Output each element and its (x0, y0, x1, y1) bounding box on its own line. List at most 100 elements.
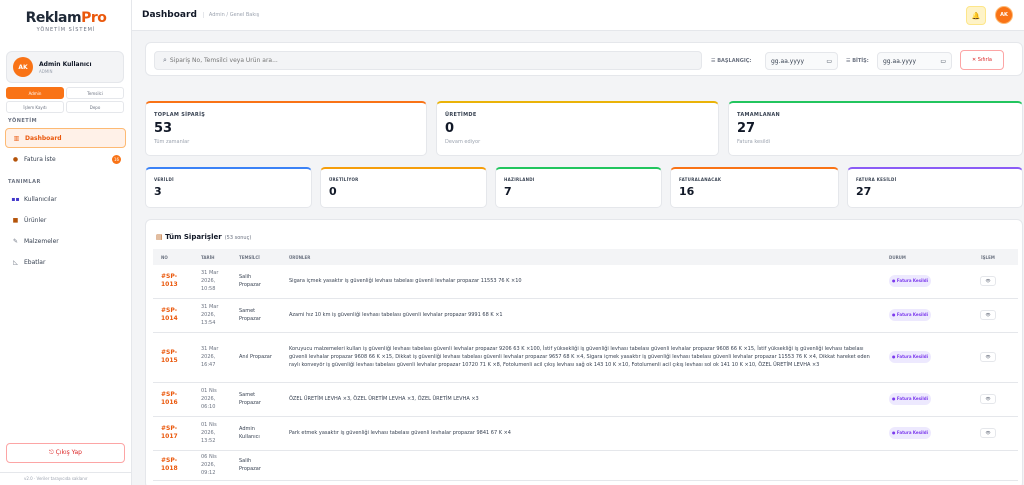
sidebar-item-malzemeler[interactable]: ✎ Malzemeler (5, 231, 126, 251)
table-row[interactable]: #SP-1014 31 Mar 2026, 13:54 Samet Propazar… (153, 298, 1018, 333)
column-header: TARİH (201, 254, 215, 260)
order-number[interactable]: #SP-1015 (153, 332, 193, 383)
order-date: 31 Mar 2026, 10:58 (193, 265, 231, 299)
filter-bar: ⌕ ☰ BAŞLANGIÇ: gg.aa.yyyy▭ ☰ BİTİŞ: gg.a… (145, 42, 1023, 76)
role-admin-button[interactable]: Admin (6, 87, 64, 99)
stat-desc: Devam ediyor (445, 139, 481, 145)
table-row[interactable]: #SP-1015 31 Mar 2026, 16:47 Anıl Propazar K… (153, 332, 1018, 383)
end-date-input[interactable]: gg.aa.yyyy ▭ (877, 52, 952, 70)
order-action (958, 450, 1018, 481)
view-icon[interactable]: 👁 (980, 428, 996, 438)
order-rep: Salih Propazar (231, 265, 281, 299)
box-icon: ■ (12, 216, 19, 224)
stat-value: 0 (445, 121, 455, 136)
order-rep: Samet Propazar (231, 382, 281, 417)
order-action: 👁 (958, 416, 1018, 451)
logout-button[interactable]: ⎋ Çıkış Yap (6, 443, 125, 463)
reset-button[interactable]: ✕ Sıfırla (960, 50, 1004, 70)
topbar: Dashboard Admin / Genel Bakış 🔔 AK (132, 0, 1024, 31)
table-row[interactable]: #SP-1016 01 Nis 2026, 06:10 Samet Propazar… (153, 382, 1018, 417)
orders-count: (53 sonuç) (224, 235, 252, 241)
orders-panel: ▤ Tüm Siparişler (53 sonuç) NO TARİH TEMS… (145, 219, 1023, 485)
order-date: 06 Nis 2026, 09:12 (193, 450, 231, 481)
search-input[interactable] (169, 57, 701, 64)
sidebar-item-urunler[interactable]: ■ Ürünler (5, 210, 126, 230)
orders-table: NO TARİH TEMSİLCİ ÜRÜNLER DURUM İŞLEM #S… (153, 249, 1018, 481)
order-number[interactable]: #SP-1014 (153, 298, 193, 333)
stat-label: TOPLAM SİPARİŞ (154, 112, 206, 118)
brand-name: ReklamPro (25, 10, 107, 26)
status-badge: ● Fatura Kesildi (889, 427, 932, 439)
order-number[interactable]: #SP-1017 (153, 416, 193, 451)
sidebar: ReklamPro YÖNETİM SİSTEMİ AK Admin Kulla… (0, 0, 132, 485)
order-action: 👁 (958, 382, 1018, 417)
start-date-input[interactable]: gg.aa.yyyy ▭ (765, 52, 838, 70)
end-date-label: ☰ BİTİŞ: (846, 58, 869, 64)
view-icon[interactable]: 👁 (980, 276, 996, 287)
sidebar-item-fatura[interactable]: ● Fatura İste 16 (5, 149, 126, 169)
order-number[interactable]: #SP-1013 (153, 265, 193, 299)
order-products (281, 450, 881, 481)
avatar[interactable]: AK (995, 6, 1013, 24)
role-depo-button[interactable]: Depo (66, 101, 124, 113)
table-row[interactable]: #SP-1018 06 Nis 2026, 09:12 Salih Propazar (153, 450, 1018, 481)
sidebar-item-label: Ürünler (24, 216, 47, 224)
stat-card-faturalanacak: FATURALANACAK 16 (670, 167, 839, 208)
order-action: 👁 (958, 265, 1018, 299)
sidebar-item-kullanicilar[interactable]: ▪▪ Kullanıcılar (5, 189, 126, 209)
brand-subtitle: YÖNETİM SİSTEMİ (36, 27, 96, 33)
users-icon: ▪▪ (11, 195, 20, 203)
sidebar-item-dashboard[interactable]: ▥ Dashboard (5, 128, 126, 148)
table-row[interactable]: #SP-1017 01 Nis 2026, 13:52 Admin Kullanıc… (153, 416, 1018, 451)
order-status: ● Fatura Kesildi (881, 265, 958, 299)
order-products: Koruyucu malzemeleri kullan iş güvenliği… (281, 332, 881, 383)
page-title: Dashboard (142, 10, 197, 20)
table-row[interactable]: #SP-1013 31 Mar 2026, 10:58 Salih Propazar… (153, 265, 1018, 299)
stat-value: 16 (679, 185, 695, 198)
order-number[interactable]: #SP-1016 (153, 382, 193, 417)
main-content: Dashboard Admin / Genel Bakış 🔔 AK ⌕ ☰ B… (132, 0, 1024, 485)
logo: ReklamPro YÖNETİM SİSTEMİ (0, 0, 131, 33)
role-temsilci-button[interactable]: Temsilci (66, 87, 124, 99)
bell-icon[interactable]: 🔔 (966, 6, 986, 25)
order-status (881, 450, 958, 481)
stat-card-completed: TAMAMLANAN 27 Fatura kesildi (728, 101, 1023, 156)
stat-label: HAZIRLANDI (504, 177, 535, 182)
order-status: ● Fatura Kesildi (881, 382, 958, 417)
stat-card-fatura-kesildi: FATURA KESİLDİ 27 (847, 167, 1023, 208)
sidebar-item-ebatlar[interactable]: ◺ Ebatlar (5, 252, 126, 272)
stat-label: VERİLDİ (154, 177, 174, 182)
stat-label: FATURALANACAK (679, 177, 722, 182)
stat-value: 53 (154, 121, 173, 136)
order-rep: Admin Kullanıcı (231, 416, 281, 451)
order-rep: Salih Propazar (231, 450, 281, 481)
order-number[interactable]: #SP-1018 (153, 450, 193, 481)
order-rep: Samet Propazar (231, 298, 281, 333)
stat-card-uretiliyor: ÜRETİLİYOR 0 (320, 167, 487, 208)
money-bag-icon: ● (12, 155, 19, 163)
start-date-label: ☰ BAŞLANGIÇ: (711, 58, 752, 64)
stat-label: TAMAMLANAN (737, 112, 781, 118)
role-islem-button[interactable]: İşlem Kayıtı (6, 101, 64, 113)
stat-label: ÜRETİLİYOR (329, 177, 359, 182)
search-box: ⌕ (154, 51, 702, 70)
stat-card-total: TOPLAM SİPARİŞ 53 Tüm zamanlar (145, 101, 427, 156)
order-products: Park etmek yasaktır iş güvenliği levhası… (281, 416, 881, 451)
calendar-icon: ▭ (826, 57, 832, 65)
sidebar-item-label: Fatura İste (24, 155, 56, 163)
order-products: Sigara içmek yasaktır iş güvenliği levha… (281, 265, 881, 299)
view-icon[interactable]: 👁 (980, 394, 996, 404)
order-status: ● Fatura Kesildi (881, 298, 958, 333)
brand-pro: Pro (81, 10, 107, 26)
column-header: DURUM (889, 254, 906, 260)
column-header: NO (161, 254, 168, 260)
view-icon[interactable]: 👁 (980, 352, 996, 362)
view-icon[interactable]: 👁 (980, 310, 996, 320)
order-date: 01 Nis 2026, 13:52 (193, 416, 231, 451)
order-products: Azami hız 10 km iş güvenliği levhası tab… (281, 298, 881, 333)
column-header: İŞLEM (981, 254, 995, 260)
sidebar-item-label: Kullanıcılar (24, 195, 57, 203)
status-badge: ● Fatura Kesildi (889, 351, 932, 363)
stat-value: 27 (856, 185, 872, 198)
avatar: AK (13, 57, 33, 77)
